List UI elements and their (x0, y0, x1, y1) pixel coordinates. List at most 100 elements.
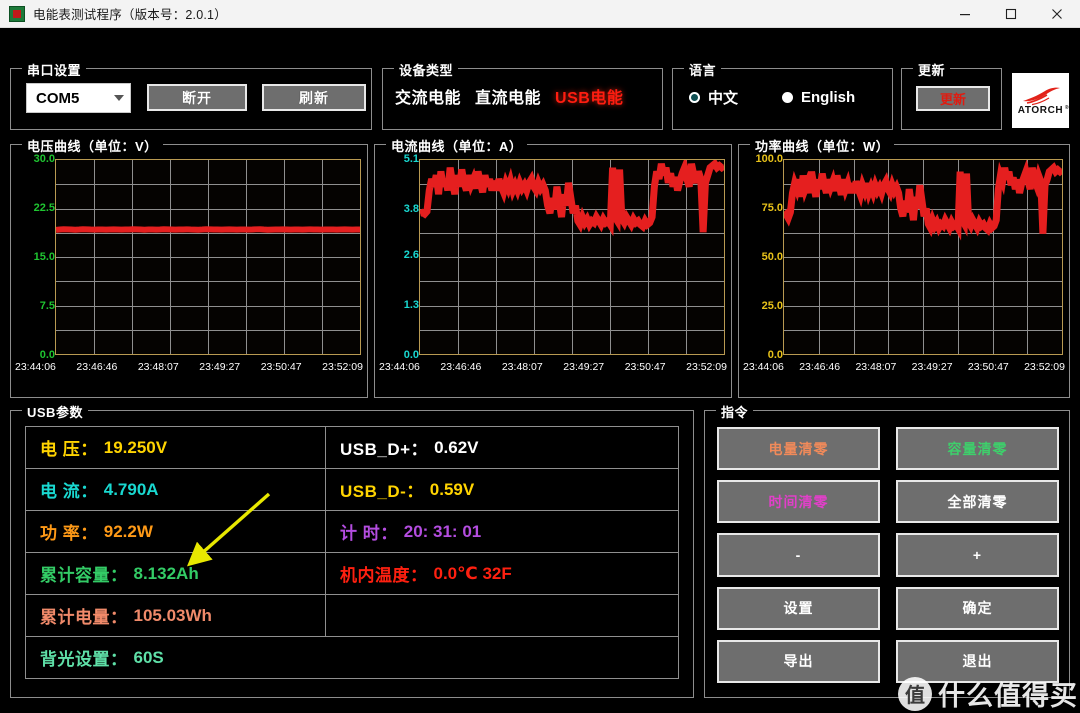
serial-port-select[interactable]: COM5 (26, 83, 131, 113)
app-body: 串口设置 COM5 断开 刷新 设备类型 交流电能 直流电能 USB电能 语言 … (0, 28, 1080, 711)
command-button-7[interactable]: 确定 (896, 586, 1059, 630)
chart-series-line (784, 160, 1062, 354)
y-tick-label: 7.5 (39, 300, 55, 312)
power-y-axis: 0.0 25.0 50.0 75.0 100.0 (741, 153, 783, 361)
y-tick-label: 30.0 (33, 153, 55, 165)
usb-param-cell-right: 计 时： 20: 31: 01 (326, 511, 678, 552)
usb-param-row: 累计电量： 105.03Wh (26, 595, 678, 637)
maximize-icon[interactable] (988, 0, 1034, 27)
current-chart: 0.0 1.3 2.6 3.8 5.1 23:44:06 23:46:46 23:48:07… (375, 145, 731, 397)
usb-param-value: 105.03Wh (133, 605, 212, 625)
usb-params-group: USB参数 电 压： 19.250V USB_D+： 0.62V 电 流： 4.790A U… (10, 402, 694, 698)
update-button[interactable]: 更新 (916, 86, 990, 111)
x-tick-label: 23:49:27 (563, 361, 605, 373)
command-button-9[interactable]: 退出 (896, 639, 1059, 683)
current-x-axis: 23:44:06 23:46:46 23:48:07 23:49:27 23:50:47… (377, 361, 729, 377)
command-button-2[interactable]: 时间清零 (717, 480, 880, 524)
usb-param-row: 背光设置： 60S (26, 637, 678, 678)
usb-param-label: USB_D+： (340, 440, 429, 459)
serial-settings-legend: 串口设置 (22, 60, 87, 79)
x-tick-label: 23:52:09 (1024, 361, 1065, 373)
current-plot-area (419, 159, 725, 355)
atorch-logo: ATORCH ® (1012, 73, 1069, 128)
trademark-symbol: ® (1064, 104, 1069, 111)
usb-param-value: 19.250V (103, 437, 168, 457)
x-tick-label: 23:50:47 (624, 361, 666, 373)
y-tick-label: 100.0 (755, 153, 783, 165)
usb-param-cell-right: 机内温度： 0.0℃ 32F (326, 553, 678, 594)
language-options: 中文 English (689, 87, 855, 108)
x-tick-label: 23:49:27 (911, 361, 953, 373)
window-title: 电能表测试程序（版本号：2.0.1） (33, 8, 227, 22)
usb-param-label: 累计容量： (40, 566, 128, 585)
x-tick-label: 23:50:47 (260, 361, 302, 373)
usb-params-legend: USB参数 (22, 402, 88, 421)
commands-legend: 指令 (716, 402, 754, 421)
device-type-usb[interactable]: USB电能 (555, 84, 623, 108)
usb-param-label: 背光设置： (40, 650, 128, 669)
language-radio-english[interactable]: English (782, 89, 855, 106)
y-tick-label: 2.6 (403, 249, 419, 262)
y-tick-label: 50.0 (761, 251, 783, 263)
command-button-5[interactable]: + (896, 533, 1059, 577)
usb-param-value: 92.2W (103, 521, 153, 541)
power-chart-group: 功率曲线（单位：W） 0.0 25.0 50.0 75.0 100.0 23:44:06… (738, 136, 1070, 398)
brand-name: ATORCH (1017, 104, 1064, 116)
x-tick-label: 23:48:07 (501, 361, 543, 373)
x-tick-label: 23:46:46 (799, 361, 841, 373)
disconnect-button[interactable]: 断开 (147, 84, 247, 111)
chevron-down-icon (114, 95, 124, 101)
x-tick-label: 23:44:06 (743, 361, 784, 373)
device-type-ac[interactable]: 交流电能 (395, 84, 461, 108)
minimize-icon[interactable] (942, 0, 988, 27)
refresh-button[interactable]: 刷新 (262, 84, 366, 111)
usb-param-cell-left: 累计容量： 8.132Ah (26, 553, 326, 594)
y-tick-label: 15.0 (33, 251, 55, 263)
usb-param-value: 60S (133, 647, 164, 667)
update-legend: 更新 (913, 60, 951, 79)
current-chart-group: 电流曲线（单位：A） 0.0 1.3 2.6 3.8 5.1 23:44:06 23:46… (374, 136, 732, 398)
x-tick-label: 23:48:07 (855, 361, 897, 373)
meter-app-icon (9, 5, 25, 22)
voltage-x-axis: 23:44:06 23:46:46 23:48:07 23:49:27 23:50:47… (13, 361, 365, 377)
y-tick-label: 75.0 (761, 202, 783, 214)
usb-param-row: 电 流： 4.790A USB_D-： 0.59V (26, 469, 678, 511)
command-button-4[interactable]: - (717, 533, 880, 577)
x-tick-label: 23:52:09 (686, 361, 727, 373)
command-button-6[interactable]: 设置 (717, 586, 880, 630)
usb-param-row: 累计容量： 8.132Ah 机内温度： 0.0℃ 32F (26, 553, 678, 595)
commands-group: 指令 电量清零 容量清零 时间清零 全部清零 - + 设置 确定 导出 退出 (704, 402, 1070, 698)
usb-params-table: 电 压： 19.250V USB_D+： 0.62V 电 流： 4.790A USB_D-：… (25, 426, 679, 679)
serial-settings-group: 串口设置 COM5 断开 刷新 (10, 60, 372, 130)
command-button-8[interactable]: 导出 (717, 639, 880, 683)
usb-param-row: 功 率： 92.2W 计 时： 20: 31: 01 (26, 511, 678, 553)
flame-icon (1022, 87, 1060, 105)
y-tick-label: 25.0 (761, 300, 783, 312)
usb-param-cell-left: 背光设置： 60S (26, 637, 678, 678)
y-tick-label: 0.0 (767, 349, 783, 361)
language-radio-chinese[interactable]: 中文 (689, 87, 738, 108)
voltage-y-axis: 0.0 7.5 15.0 22.5 30.0 (13, 153, 55, 361)
language-group: 语言 中文 English (672, 60, 893, 130)
usb-param-label: 电 压： (40, 440, 98, 459)
title-bar: 电能表测试程序（版本号：2.0.1） (0, 0, 1080, 28)
y-tick-label: 0.0 (403, 349, 419, 361)
usb-param-cell-left: 电 压： 19.250V (26, 427, 326, 468)
serial-port-value: COM5 (36, 89, 80, 107)
x-tick-label: 23:46:46 (440, 361, 482, 373)
voltage-chart: 0.0 7.5 15.0 22.5 30.0 23:44:06 23:46:46 23:48… (11, 145, 367, 397)
usb-param-value: 0.62V (434, 437, 479, 457)
y-tick-label: 1.3 (403, 299, 419, 312)
usb-param-cell-right (326, 595, 678, 636)
command-button-1[interactable]: 容量清零 (896, 427, 1059, 471)
usb-param-label: USB_D-： (340, 482, 424, 501)
usb-param-label: 累计电量： (40, 608, 128, 627)
language-legend: 语言 (684, 60, 722, 79)
command-button-0[interactable]: 电量清零 (717, 427, 880, 471)
device-type-list: 交流电能 直流电能 USB电能 (395, 84, 623, 108)
y-tick-label: 3.8 (403, 202, 419, 215)
command-button-3[interactable]: 全部清零 (896, 480, 1059, 524)
x-tick-label: 23:48:07 (137, 361, 179, 373)
close-icon[interactable] (1034, 0, 1080, 27)
device-type-dc[interactable]: 直流电能 (475, 84, 541, 108)
